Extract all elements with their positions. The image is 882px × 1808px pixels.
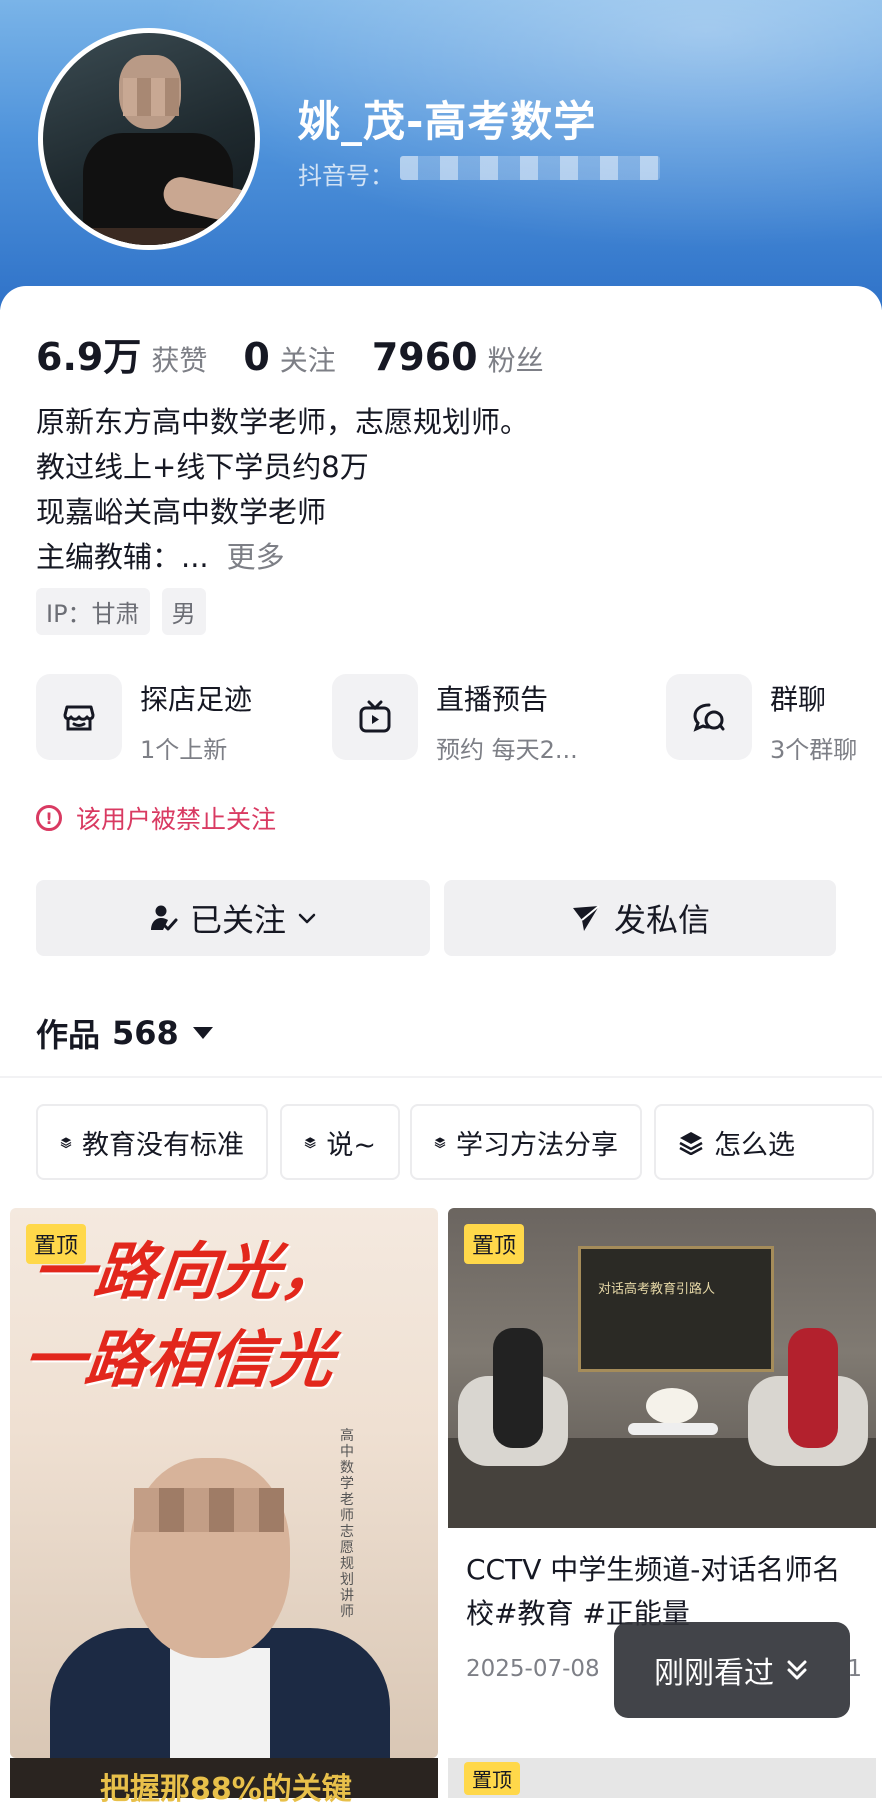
pinned-badge: 置顶 <box>464 1762 520 1795</box>
layers-icon <box>60 1137 72 1149</box>
video-2-person-right <box>788 1328 838 1448</box>
bio-line-3: 现嘉峪关高中数学老师 <box>36 495 327 529</box>
quicklink-live-sub: 预约 每天2... <box>436 736 578 764</box>
avatar-mosaic <box>123 78 179 116</box>
quicklink-shop-title: 探店足迹 <box>140 683 253 716</box>
bio-line-4: 主编教辅：... 更多 <box>36 535 529 580</box>
video-thumbnail-4[interactable]: 置顶 <box>448 1758 876 1798</box>
video-1-headline-line-2: 一路相信光 <box>19 1323 338 1396</box>
quicklink-live[interactable]: 直播预告 预约 每天2... <box>332 674 578 765</box>
bio-line-2: 教过线上+线下学员约8万 <box>36 450 369 484</box>
following-count[interactable]: 0 <box>243 335 269 379</box>
collection-chips: 教育没有标准 说~ 学习方法分享 怎么选 <box>36 1104 882 1182</box>
warning-icon: ! <box>36 805 62 831</box>
layers-icon <box>679 1132 703 1155</box>
video-thumbnail-2[interactable]: 置顶 对话高考教育引路人 <box>448 1208 876 1528</box>
video-1-shirt <box>170 1648 270 1758</box>
collection-chip-4-label: 怎么选 <box>714 1129 795 1161</box>
profile-header: 姚_茂-高考数学 抖音号： <box>0 0 882 310</box>
warning-text: 该用户被禁止关注 <box>76 805 277 834</box>
video-2-screen-text: 对话高考教育引路人 <box>598 1282 716 1297</box>
works-tab[interactable]: 作品 568 <box>36 1010 213 1056</box>
send-message-button[interactable]: 发私信 <box>444 880 836 956</box>
chat-icon <box>666 674 752 760</box>
profile-bio: 原新东方高中数学老师，志愿规划师。 教过线上+线下学员约8万 现嘉峪关高中数学老… <box>36 400 529 580</box>
collection-chip-2-label: 说~ <box>326 1129 376 1161</box>
chevron-down-icon <box>298 913 316 924</box>
douyin-id-mosaic <box>400 156 660 180</box>
video-thumbnail-3[interactable]: 把握那88%的关键 <box>10 1758 438 1807</box>
followers-label[interactable]: 粉丝 <box>488 339 544 379</box>
quicklink-group-chat-sub: 3个群聊 <box>770 736 858 764</box>
pinned-badge: 置顶 <box>464 1224 525 1264</box>
douyin-id-label: 抖音号： <box>298 162 394 190</box>
video-thumbnail-1[interactable]: 置顶 一路向光， 一路相信光 高中数学老师 志愿规划讲师 <box>10 1208 438 1758</box>
followed-button[interactable]: 已关注 <box>36 880 430 956</box>
gender-tag: 男 <box>161 588 206 635</box>
collection-chip-4[interactable]: 怎么选 <box>654 1104 874 1180</box>
ip-tag: IP：甘肃 <box>36 588 150 635</box>
likes-count: 6.9万 <box>36 335 142 379</box>
double-chevron-down-icon <box>787 1660 807 1680</box>
collection-chip-3[interactable]: 学习方法分享 <box>410 1104 642 1180</box>
collection-chip-1-label: 教育没有标准 <box>82 1129 244 1161</box>
video-2-backdrop-screen <box>578 1246 774 1372</box>
quicklink-group-chat[interactable]: 群聊 3个群聊 <box>666 674 857 765</box>
following-label[interactable]: 关注 <box>280 339 336 379</box>
video-2-table <box>628 1423 718 1435</box>
shop-icon <box>36 674 122 760</box>
avatar[interactable] <box>38 28 260 250</box>
send-icon <box>572 905 600 931</box>
pinned-badge: 置顶 <box>26 1224 87 1264</box>
user-check-icon <box>150 905 178 931</box>
tv-icon <box>332 674 418 760</box>
likes-label[interactable]: 获赞 <box>151 339 207 379</box>
bio-line-4-text: 主编教辅：... <box>36 540 209 574</box>
bio-more-link[interactable]: 更多 <box>227 540 285 574</box>
collection-chip-2[interactable]: 说~ <box>280 1104 400 1180</box>
quicklink-shop-sub: 1个上新 <box>140 736 228 764</box>
quicklink-live-title: 直播预告 <box>436 683 549 716</box>
profile-tags: IP：甘肃 男 <box>36 588 206 635</box>
quicklinks: 探店足迹 1个上新 直播预告 预约 每天2... 群聊 3个群聊 <box>36 674 882 764</box>
avatar-desk <box>43 228 255 245</box>
divider <box>0 1076 882 1078</box>
layers-icon <box>434 1137 446 1149</box>
works-count: 568 <box>112 1014 179 1052</box>
followers-count[interactable]: 7960 <box>372 335 478 379</box>
profile-name: 姚_茂-高考数学 <box>298 97 597 146</box>
send-message-label: 发私信 <box>613 901 710 939</box>
layers-icon <box>304 1137 316 1149</box>
video-3-headline: 把握那88%的关键 <box>100 1772 352 1807</box>
bio-line-1: 原新东方高中数学老师，志愿规划师。 <box>36 405 530 439</box>
followed-label: 已关注 <box>189 901 286 939</box>
quicklink-group-chat-title: 群聊 <box>770 683 827 716</box>
follow-banned-warning: ! 该用户被禁止关注 <box>36 800 276 836</box>
recently-viewed-label: 刚刚看过 <box>654 1656 774 1691</box>
video-2-person-left <box>493 1328 543 1448</box>
quicklink-shop[interactable]: 探店足迹 1个上新 <box>36 674 252 765</box>
caret-down-icon <box>192 1027 213 1039</box>
collection-chip-3-label: 学习方法分享 <box>456 1129 618 1161</box>
collection-chip-1[interactable]: 教育没有标准 <box>36 1104 268 1180</box>
recently-viewed-button[interactable]: 刚刚看过 <box>614 1622 850 1718</box>
video-2-date: 2025-07-08 <box>466 1656 600 1682</box>
profile-stats: 6.9万 获赞 0 关注 7960 粉丝 <box>36 326 580 381</box>
video-1-side-text: 高中数学老师 志愿规划讲师 <box>340 1428 354 1620</box>
video-2-flowers <box>646 1388 698 1424</box>
works-label: 作品 <box>36 1016 101 1054</box>
video-1-face-mosaic <box>134 1488 284 1532</box>
